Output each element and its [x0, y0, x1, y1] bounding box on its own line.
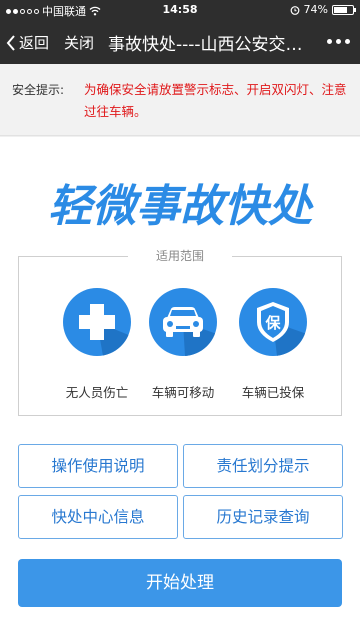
- battery-percent: 74%: [303, 3, 328, 16]
- start-processing-button[interactable]: 开始处理: [18, 559, 342, 607]
- battery-info: 74%: [290, 3, 356, 16]
- feature-label: 无人员伤亡: [65, 385, 129, 400]
- nav-bar: 返回 关闭 事故快处----山西公安交…: [0, 20, 360, 64]
- scope-title: 适用范围: [128, 247, 232, 264]
- battery-icon: [332, 4, 356, 15]
- insurance-shield-icon: 保: [239, 288, 307, 356]
- alarm-icon: [290, 5, 299, 15]
- close-button[interactable]: 关闭: [64, 32, 94, 53]
- feature-label: 车辆可移动: [151, 385, 215, 400]
- status-bar: 中国联通 14:58 74%: [0, 0, 360, 20]
- feature-insured: 保 车辆已投保: [231, 288, 315, 401]
- guide-button[interactable]: 操作使用说明: [18, 444, 178, 488]
- logo-text: 轻微事故快处: [48, 181, 314, 232]
- chevron-left-icon: [6, 34, 15, 51]
- history-query-button[interactable]: 历史记录查询: [183, 495, 343, 539]
- insurance-badge-text: 保: [264, 314, 281, 332]
- center-info-button[interactable]: 快处中心信息: [18, 495, 178, 539]
- feature-label: 车辆已投保: [241, 385, 305, 400]
- liability-tips-button[interactable]: 责任划分提示: [183, 444, 343, 488]
- more-menu-button[interactable]: [327, 39, 350, 44]
- safety-notice-label: 安全提示:: [12, 83, 65, 97]
- feature-car-movable: 车辆可移动: [141, 288, 225, 401]
- page-title: 事故快处----山西公安交…: [108, 35, 303, 55]
- feature-no-casualties: 无人员伤亡: [55, 288, 139, 401]
- back-button[interactable]: 返回: [6, 32, 49, 53]
- safety-notice: 安全提示: 为确保安全请放置警示标志、开启双闪灯、注意过往车辆。: [0, 64, 360, 136]
- safety-notice-text: 为确保安全请放置警示标志、开启双闪灯、注意过往车辆。: [84, 82, 347, 119]
- car-icon: [149, 288, 217, 356]
- back-label: 返回: [19, 34, 50, 52]
- app-logo: 轻微事故快处: [48, 181, 314, 232]
- medical-cross-icon: [63, 288, 131, 356]
